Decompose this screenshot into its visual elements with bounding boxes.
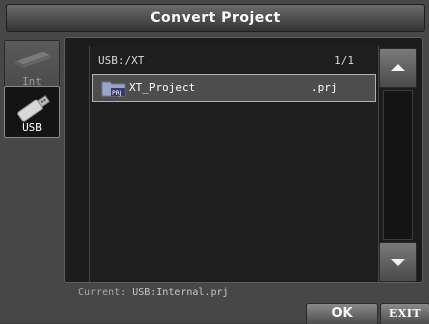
triangle-up-icon — [391, 64, 405, 71]
triangle-down-icon — [391, 259, 405, 266]
exit-button[interactable]: EXIT — [380, 303, 429, 324]
file-list[interactable]: USB:/XT 1/1 PRJ XT_Project .prj — [89, 46, 379, 282]
scroll-down-button[interactable] — [379, 242, 417, 282]
dialog-title: Convert Project — [150, 10, 281, 26]
internal-storage-icon — [13, 47, 53, 73]
svg-text:PRJ: PRJ — [112, 90, 122, 97]
file-browser-panel: USB:/XT 1/1 PRJ XT_Project .prj — [64, 37, 423, 283]
file-name: XT_Project — [129, 81, 196, 94]
device-tab-label: USB — [22, 121, 42, 134]
device-tab-int[interactable]: Int — [4, 40, 60, 92]
project-folder-icon: PRJ — [101, 79, 127, 100]
file-extension: .prj — [311, 81, 338, 94]
current-path: USB:/XT — [98, 54, 145, 67]
ok-button[interactable]: OK — [306, 303, 378, 324]
current-project: Current: USB:Internal.prj — [78, 287, 229, 298]
page-indicator: 1/1 — [334, 54, 354, 67]
device-tab-usb[interactable]: USB — [4, 86, 60, 138]
title-bar: Convert Project — [6, 4, 425, 32]
list-item[interactable]: PRJ XT_Project .prj — [92, 74, 376, 102]
scrollbar[interactable] — [379, 46, 417, 282]
scroll-track[interactable] — [383, 90, 413, 240]
current-value: USB:Internal.prj — [132, 287, 229, 298]
path-row: USB:/XT 1/1 — [98, 54, 370, 70]
dialog-window: Convert Project Int USB USB:/XT 1/1 PRJ … — [0, 0, 429, 324]
scroll-up-button[interactable] — [379, 48, 417, 88]
current-label: Current: — [78, 287, 127, 298]
